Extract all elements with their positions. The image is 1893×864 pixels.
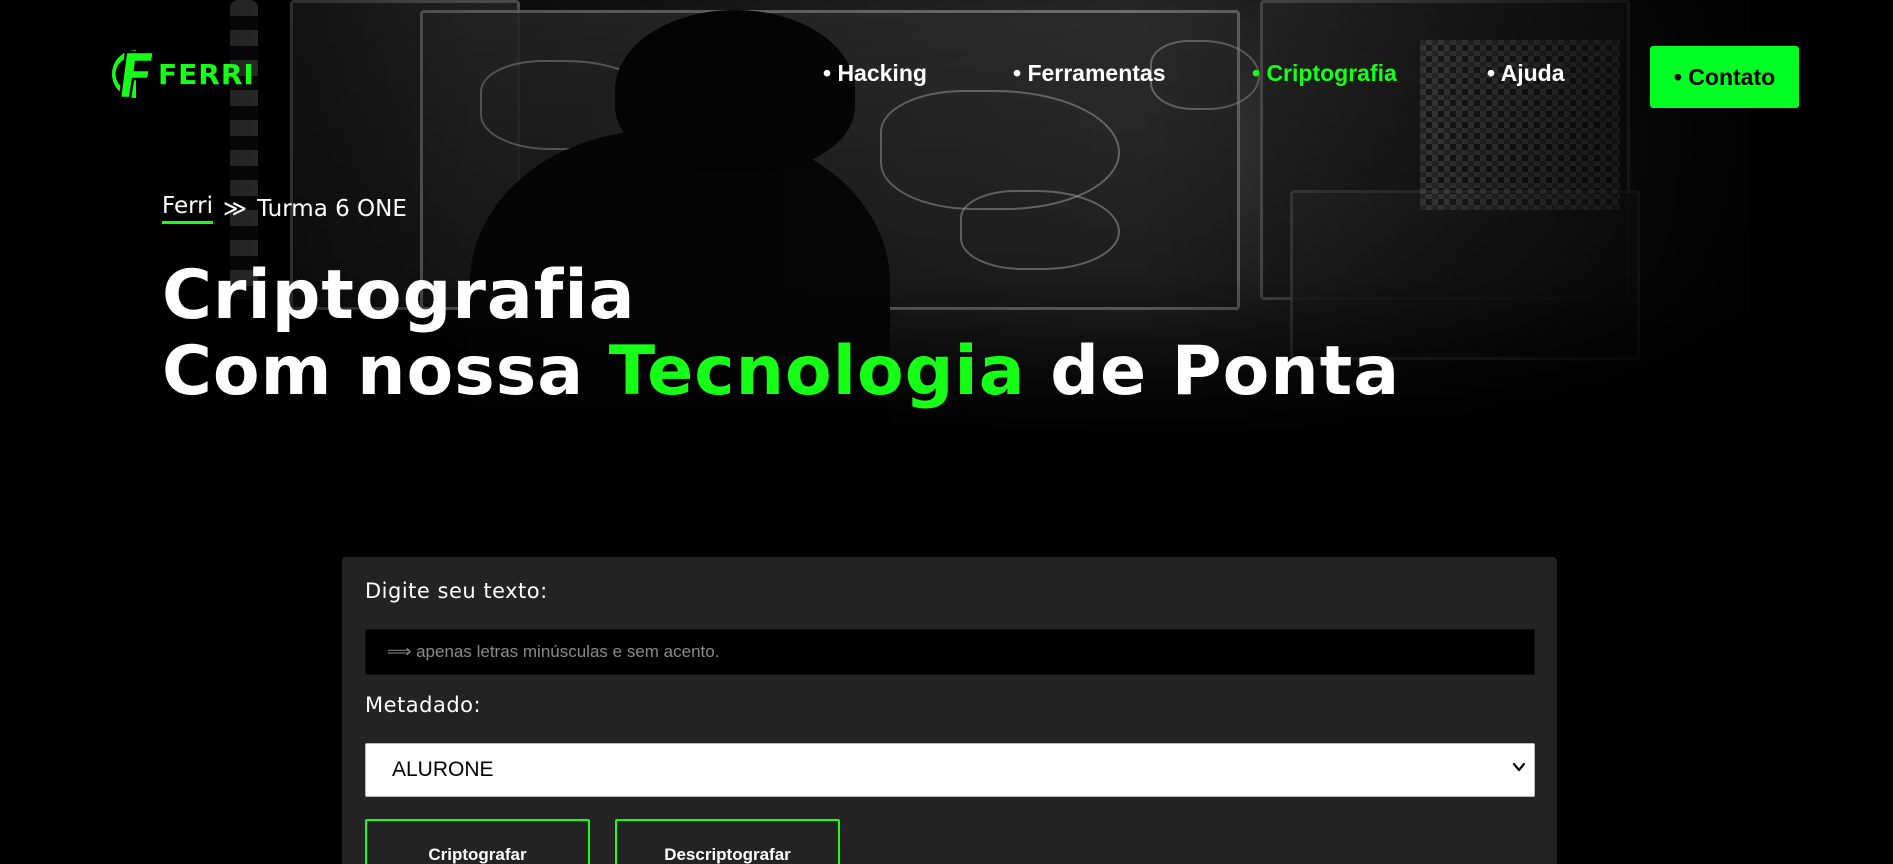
breadcrumb: Ferri ≫ Turma 6 ONE bbox=[162, 193, 407, 224]
nav-item-criptografia[interactable]: • Criptografia bbox=[1252, 60, 1397, 87]
nav-item-ferramentas[interactable]: • Ferramentas bbox=[1013, 60, 1166, 87]
contact-button[interactable]: • Contato bbox=[1650, 46, 1799, 108]
metadata-label: Metadado: bbox=[365, 693, 482, 717]
metadata-selected-value: ALURONE bbox=[392, 758, 494, 781]
text-input-label: Digite seu texto: bbox=[365, 579, 548, 603]
site-header: FERRI • Hacking • Ferramentas • Criptogr… bbox=[0, 0, 1893, 140]
main-nav: • Hacking • Ferramentas • Criptografia •… bbox=[0, 46, 1893, 108]
title-line-2-post: de Ponta bbox=[1025, 332, 1401, 411]
nav-item-ajuda[interactable]: • Ajuda bbox=[1487, 60, 1564, 87]
page: FERRI • Hacking • Ferramentas • Criptogr… bbox=[0, 0, 1893, 864]
chevron-down-icon bbox=[1512, 762, 1526, 772]
breadcrumb-home-link[interactable]: Ferri bbox=[162, 193, 214, 224]
metadata-select[interactable]: ALURONE bbox=[365, 743, 1535, 797]
title-line-1: Criptografia bbox=[162, 256, 636, 335]
title-accent-word: Tecnologia bbox=[608, 332, 1026, 411]
title-line-2-pre: Com nossa bbox=[162, 332, 609, 411]
decrypt-button[interactable]: Descriptografar bbox=[615, 819, 840, 864]
text-input[interactable] bbox=[365, 629, 1535, 675]
breadcrumb-current: Turma 6 ONE bbox=[257, 195, 407, 222]
crypto-form-card: Digite seu texto: Metadado: ALURONE Crip… bbox=[342, 557, 1557, 864]
nav-item-hacking[interactable]: • Hacking bbox=[823, 60, 927, 87]
breadcrumb-separator: ≫ bbox=[223, 195, 248, 222]
encrypt-button[interactable]: Criptografar bbox=[365, 819, 590, 864]
page-title: Criptografia Com nossa Tecnologia de Pon… bbox=[162, 258, 1400, 410]
